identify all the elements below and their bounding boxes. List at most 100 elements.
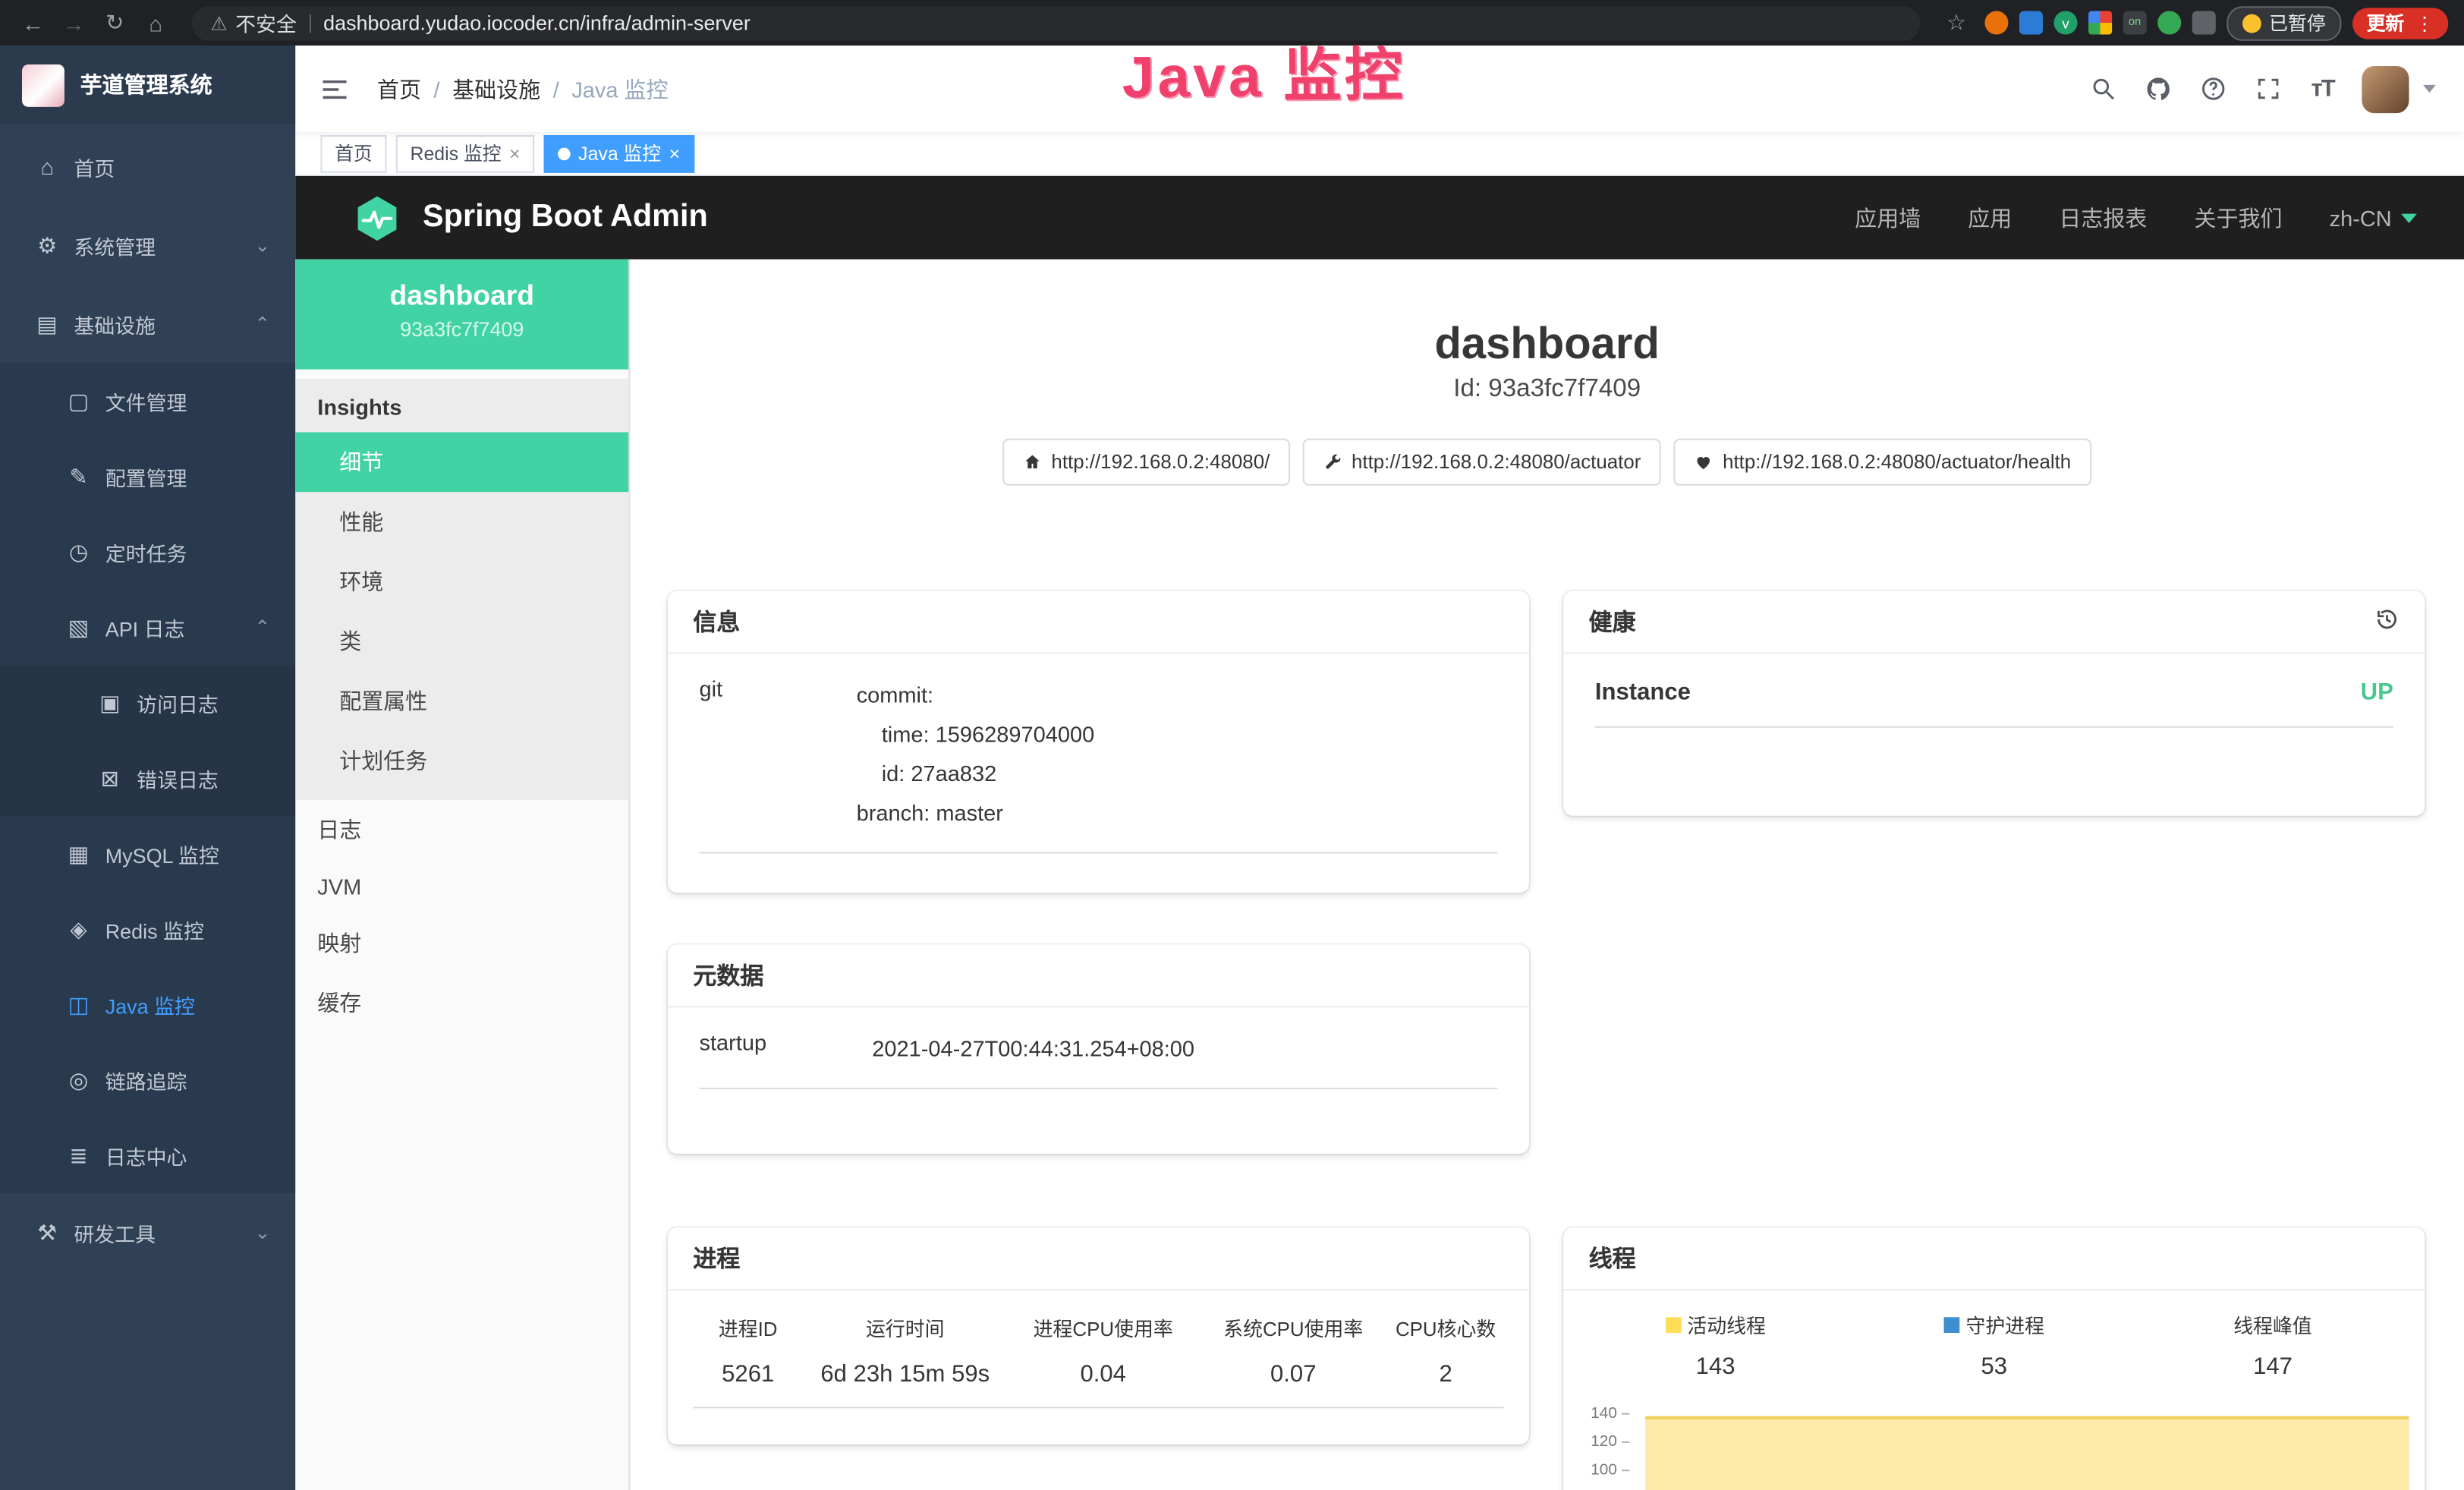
history-icon[interactable] [2374,606,2399,637]
divider [693,1407,1504,1408]
sba-content: dashboard Id: 93a3fc7f7409 http://192.16… [630,260,2464,1490]
sba-item-caches[interactable]: 缓存 [295,973,628,1033]
tab-java-monitor[interactable]: Java 监控 × [544,134,694,172]
sba-item-config-props[interactable]: 配置属性 [295,671,628,731]
sba-item-mappings[interactable]: 映射 [295,913,628,973]
browser-update-button[interactable]: 更新 ⋮ [2352,7,2448,38]
sba-brand-title: Spring Boot Admin [423,200,708,236]
sidebar-item-system[interactable]: ⚙ 系统管理 ⌄ [0,206,295,285]
instance-name: dashboard [295,280,628,313]
instance-id: 93a3fc7f7409 [295,317,628,341]
user-avatar[interactable] [2362,65,2409,112]
close-icon[interactable]: × [509,142,521,164]
sba-item-details[interactable]: 细节 [295,432,628,492]
sba-item-logs[interactable]: 日志 [295,800,628,860]
breadcrumb-separator: / [434,76,440,101]
sidebar-item-config-mgmt[interactable]: ✎ 配置管理 [0,439,295,514]
app-header: 首页 / 基础设施 / Java 监控 [295,46,2464,132]
app-frame: 芋道管理系统 ⌂ 首页 ⚙ 系统管理 ⌄ ▤ 基础设施 ⌃ ▢ [0,46,2464,1490]
browser-extension-icon[interactable]: on [2123,11,2147,34]
breadcrumb-home[interactable]: 首页 [377,73,421,104]
wrench-icon [1323,452,1342,471]
browser-forward-icon[interactable]: → [57,7,92,38]
sba-item-classes[interactable]: 类 [295,612,628,672]
sidebar-item-infra[interactable]: ▤ 基础设施 ⌃ [0,285,295,364]
sidebar-item-scheduled-jobs[interactable]: ◷ 定时任务 [0,514,295,589]
sidebar-item-dev-tools[interactable]: ⚒ 研发工具 ⌄ [0,1193,295,1272]
sidebar-item-api-log[interactable]: ▧ API 日志 ⌃ [0,590,295,665]
main-column: 首页 / 基础设施 / Java 监控 [295,46,2464,1490]
sidebar-item-redis-monitor[interactable]: ◈ Redis 监控 [0,891,295,966]
sba-item-scheduled-tasks[interactable]: 计划任务 [295,731,628,791]
address-bar[interactable]: ⚠ 不安全 dashboard.yudao.iocoder.cn/infra/a… [192,5,1921,40]
hamburger-icon[interactable] [317,71,352,106]
service-url-button[interactable]: http://192.168.0.2:48080/ [1002,439,1290,486]
browser-back-icon[interactable]: ← [16,7,51,38]
chevron-down-icon[interactable] [2423,85,2436,93]
legend-live-threads[interactable]: 活动线程 143 [1576,1309,1855,1380]
timer-icon: ◷ [66,538,91,565]
sba-nav-journal[interactable]: 日志报表 [2059,202,2147,233]
chevron-up-icon: ⌃ [254,616,279,638]
paused-badge[interactable]: 已暂停 [2226,5,2341,40]
bookmark-star-icon[interactable]: ☆ [1939,7,1974,38]
instance-health-row: Instance UP [1563,654,2425,726]
sidebar-item-home[interactable]: ⌂ 首页 [0,128,295,206]
sba-item-performance[interactable]: 性能 [295,492,628,552]
security-chip[interactable]: ⚠ 不安全 [210,8,296,37]
url-text[interactable]: dashboard.yudao.iocoder.cn/infra/admin-s… [323,11,751,34]
sidebar-item-java-monitor[interactable]: ◫ Java 监控 [0,967,295,1042]
locale-select[interactable]: zh-CN [2330,205,2417,230]
sidebar-item-access-log[interactable]: ▣ 访问日志 [0,665,295,740]
sidebar-item-log-center[interactable]: ≣ 日志中心 [0,1117,295,1192]
search-icon[interactable] [2087,73,2118,104]
browser-extension-icon[interactable] [2088,11,2112,34]
legend-daemon-threads[interactable]: 守护进程 53 [1855,1309,2133,1380]
tab-home[interactable]: 首页 [320,134,386,172]
github-icon[interactable] [2141,73,2173,104]
sba-item-jvm[interactable]: JVM [295,860,628,913]
font-size-icon[interactable]: тT [2307,73,2338,104]
sidebar-item-tracing[interactable]: ◎ 链路追踪 [0,1042,295,1117]
browser-extension-icon[interactable] [2157,11,2181,34]
tab-redis-monitor[interactable]: Redis 监控 × [396,134,534,172]
health-url-button[interactable]: http://192.168.0.2:48080/actuator/health [1674,439,2091,486]
actuator-url-button[interactable]: http://192.168.0.2:48080/actuator [1303,439,1662,486]
breadcrumb-separator: / [553,76,559,101]
vue-devtools-extension-icon[interactable]: v [2053,11,2077,34]
threads-legend: 活动线程 143 守护进程 53 线程峰值 147 [1563,1290,2425,1380]
fullscreen-icon[interactable] [2252,73,2283,104]
help-icon[interactable] [2197,73,2228,104]
insights-group-label: Insights [295,379,628,432]
home-icon: ⌂ [35,154,60,179]
divider [700,852,1498,853]
app-logo[interactable]: 芋道管理系统 [0,46,295,124]
instance-header[interactable]: dashboard 93a3fc7f7409 [295,260,628,370]
chevron-down-icon [2401,213,2417,222]
sidebar-item-error-log[interactable]: ⊠ 错误日志 [0,740,295,815]
browser-menu-icon[interactable]: ⋮ [2415,12,2434,34]
process-table: 进程ID 运行时间 进程CPU使用率 系统CPU使用率 CPU核心数 5261 … [668,1290,1529,1408]
tools-icon: ⚒ [35,1219,60,1246]
browser-home-icon[interactable]: ⌂ [138,7,173,38]
close-icon[interactable]: × [669,142,681,164]
sba-nav-applications[interactable]: 应用 [1968,202,2012,233]
browser-extension-icon[interactable] [1984,11,2008,34]
sba-navbar: Spring Boot Admin 应用墙 应用 日志报表 关于我们 zh-CN [295,176,2464,260]
metadata-card-title: 元数据 [668,945,1529,1008]
sba-nav-wall[interactable]: 应用墙 [1855,202,1921,233]
puzzle-extension-icon[interactable] [2192,11,2216,34]
sba-sidebar: dashboard 93a3fc7f7409 Insights 细节 性能 环境… [295,260,630,1490]
git-key: git [700,676,857,833]
sba-item-environment[interactable]: 环境 [295,552,628,612]
java-monitor-icon: ◫ [66,991,91,1018]
info-card-title: 信息 [668,591,1529,654]
browser-reload-icon[interactable]: ↻ [97,7,132,38]
breadcrumb-section[interactable]: 基础设施 [452,73,540,104]
sidebar-item-mysql-monitor[interactable]: ▦ MySQL 监控 [0,816,295,891]
sba-nav-about[interactable]: 关于我们 [2195,202,2283,233]
sidebar-item-file-mgmt[interactable]: ▢ 文件管理 [0,363,295,438]
omnibox-divider [309,14,310,33]
browser-extension-icon[interactable] [2019,11,2043,34]
chevron-down-icon: ⌄ [254,235,279,257]
